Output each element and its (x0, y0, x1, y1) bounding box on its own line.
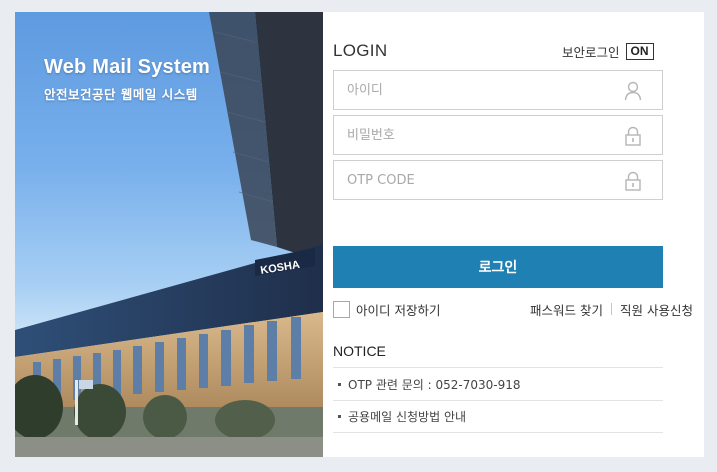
bullet-icon (338, 382, 341, 386)
otp-field (333, 160, 663, 200)
id-input[interactable] (334, 71, 662, 109)
brand-title: Web Mail System (44, 56, 211, 78)
notice-item[interactable]: 공용메일 신청방법 안내 (333, 400, 663, 433)
notice-item-text: 공용메일 신청방법 안내 (348, 410, 467, 424)
login-button[interactable]: 로그인 (333, 246, 663, 288)
find-password-link[interactable]: 패스워드 찾기 (530, 300, 603, 319)
save-id-label: 아이디 저장하기 (356, 302, 441, 318)
notice-title: NOTICE (333, 343, 386, 359)
lock-icon (625, 171, 641, 191)
password-field (333, 115, 663, 155)
user-icon (624, 81, 642, 101)
login-title: LOGIN (333, 41, 388, 60)
otp-input[interactable] (334, 161, 662, 199)
save-id-option[interactable]: 아이디 저장하기 (333, 300, 440, 318)
password-input[interactable] (334, 116, 662, 154)
notice-item-text: OTP 관련 문의 : 052-7030-918 (348, 377, 521, 392)
link-divider (611, 303, 613, 315)
secure-login-label: 보안로그인 (562, 44, 620, 60)
account-links: 패스워드 찾기 직원 사용신청 (530, 300, 693, 318)
notice-item[interactable]: OTP 관련 문의 : 052-7030-918 (333, 367, 663, 400)
save-id-checkbox[interactable] (333, 300, 350, 318)
secure-login-state-badge[interactable]: ON (625, 42, 654, 60)
id-field (333, 70, 663, 110)
notice-list: OTP 관련 문의 : 052-7030-918 공용메일 신청방법 안내 (333, 367, 663, 433)
secure-login-toggle[interactable]: 보안로그인 ON (562, 42, 654, 60)
building-photo-panel: KOSHA Web Mail System 안전보건공단 웹메일 시스템 (15, 12, 323, 457)
lock-icon (625, 126, 641, 146)
login-card: KOSHA Web Mail System 안전보건공단 웹메일 시스템 LOG… (15, 12, 704, 457)
staff-signup-link[interactable]: 직원 사용신청 (620, 300, 693, 319)
brand-subtitle: 안전보건공단 웹메일 시스템 (44, 87, 198, 102)
bullet-icon (338, 415, 341, 418)
